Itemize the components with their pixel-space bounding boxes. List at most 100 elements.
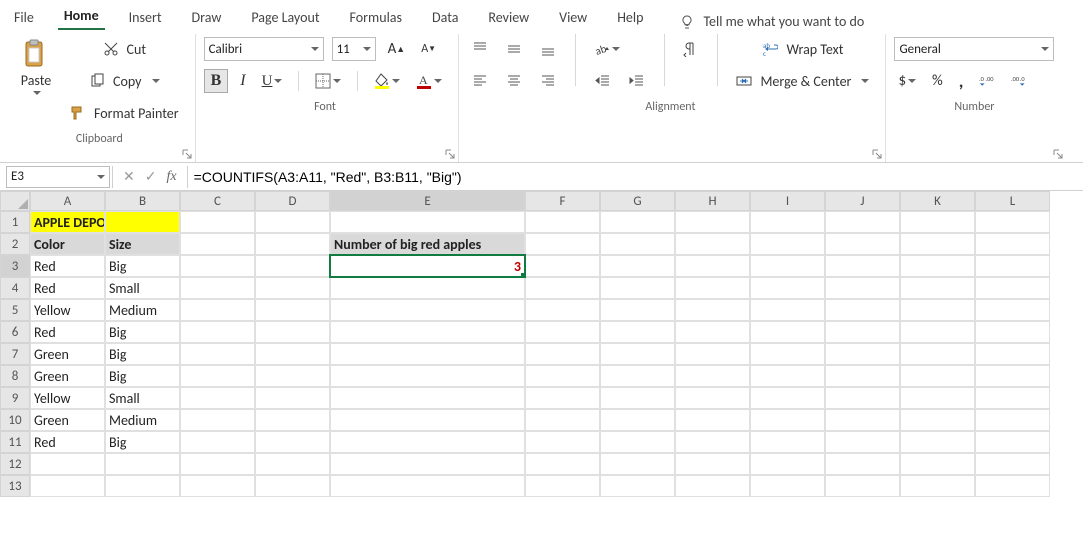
tab-insert[interactable]: Insert [123,3,168,30]
cell-B3[interactable]: Big [105,255,180,277]
enter-formula-button[interactable]: ✓ [145,168,157,185]
orientation-button[interactable]: ab [590,38,624,60]
cell-D13[interactable] [255,475,330,497]
col-header-L[interactable]: L [975,191,1050,211]
cell-J9[interactable] [825,387,900,409]
cell-E2[interactable]: Number of big red apples [330,233,525,255]
cell-E12[interactable] [330,453,525,475]
row-header-6[interactable]: 6 [0,321,30,343]
cell-L12[interactable] [975,453,1050,475]
cell-K7[interactable] [900,343,975,365]
tab-view[interactable]: View [553,3,593,30]
row-header-10[interactable]: 10 [0,409,30,431]
cell-C10[interactable] [180,409,255,431]
cell-G2[interactable] [600,233,675,255]
cell-F3[interactable] [525,255,600,277]
col-header-G[interactable]: G [600,191,675,211]
tab-data[interactable]: Data [426,3,464,30]
cell-J5[interactable] [825,299,900,321]
cell-K4[interactable] [900,277,975,299]
cell-H10[interactable] [675,409,750,431]
cell-G8[interactable] [600,365,675,387]
cell-E4[interactable] [330,277,525,299]
cell-G4[interactable] [600,277,675,299]
cell-I5[interactable] [750,299,825,321]
cell-L2[interactable] [975,233,1050,255]
col-header-E[interactable]: E [330,191,525,211]
cell-F7[interactable] [525,343,600,365]
increase-font-button[interactable]: A▲ [384,37,410,61]
cell-C8[interactable] [180,365,255,387]
cell-A1[interactable]: APPLE DEPOSIT [30,211,105,233]
tab-file[interactable]: File [8,3,40,30]
row-header-2[interactable]: 2 [0,233,30,255]
format-painter-button[interactable]: Format Painter [66,98,183,128]
cell-E10[interactable] [330,409,525,431]
cell-G11[interactable] [600,431,675,453]
cell-L3[interactable] [975,255,1050,277]
cell-I9[interactable] [750,387,825,409]
col-header-I[interactable]: I [750,191,825,211]
cell-A12[interactable] [30,453,105,475]
percent-format-button[interactable]: % [928,69,947,93]
align-bottom-button[interactable] [535,38,561,60]
cell-H2[interactable] [675,233,750,255]
align-right-button[interactable] [535,70,561,92]
cell-K13[interactable] [900,475,975,497]
cell-C9[interactable] [180,387,255,409]
col-header-F[interactable]: F [525,191,600,211]
font-color-button[interactable]: A [412,70,446,92]
cell-D11[interactable] [255,431,330,453]
dialog-launcher-alignment[interactable] [870,147,884,161]
cell-A5[interactable]: Yellow [30,299,105,321]
number-format-select[interactable]: General [894,37,1054,61]
tab-review[interactable]: Review [482,3,535,30]
cell-B6[interactable]: Big [105,321,180,343]
cell-H3[interactable] [675,255,750,277]
cell-C12[interactable] [180,453,255,475]
cell-B13[interactable] [105,475,180,497]
cell-L1[interactable] [975,211,1050,233]
cell-C7[interactable] [180,343,255,365]
cell-C1[interactable] [180,211,255,233]
decrease-indent-button[interactable] [590,70,616,92]
cell-G5[interactable] [600,299,675,321]
cell-K8[interactable] [900,365,975,387]
comma-format-button[interactable]: , [955,67,968,95]
cell-L7[interactable] [975,343,1050,365]
cell-K9[interactable] [900,387,975,409]
cell-G10[interactable] [600,409,675,431]
cell-D8[interactable] [255,365,330,387]
cell-D4[interactable] [255,277,330,299]
cell-C2[interactable] [180,233,255,255]
wrap-text-button[interactable]: abc Wrap Text [732,34,873,64]
cell-L5[interactable] [975,299,1050,321]
cell-F2[interactable] [525,233,600,255]
col-header-C[interactable]: C [180,191,255,211]
cell-D2[interactable] [255,233,330,255]
cell-J7[interactable] [825,343,900,365]
cell-I2[interactable] [750,233,825,255]
col-header-J[interactable]: J [825,191,900,211]
fx-button[interactable]: fx [166,169,176,185]
cell-A3[interactable]: Red [30,255,105,277]
cell-E5[interactable] [330,299,525,321]
cell-E8[interactable] [330,365,525,387]
cell-K11[interactable] [900,431,975,453]
cell-J13[interactable] [825,475,900,497]
formula-input[interactable] [188,167,1083,187]
copy-button[interactable]: Copy [66,66,183,96]
cell-D1[interactable] [255,211,330,233]
decrease-decimal-button[interactable]: .00.0 [1007,70,1031,92]
cell-B11[interactable]: Big [105,431,180,453]
decrease-font-button[interactable]: A▼ [417,39,440,59]
cell-K6[interactable] [900,321,975,343]
cell-I3[interactable] [750,255,825,277]
bold-button[interactable]: B [204,69,229,93]
cell-K5[interactable] [900,299,975,321]
cell-H12[interactable] [675,453,750,475]
cell-I11[interactable] [750,431,825,453]
cell-G12[interactable] [600,453,675,475]
increase-indent-button[interactable] [624,70,650,92]
cell-B1[interactable] [105,211,180,233]
